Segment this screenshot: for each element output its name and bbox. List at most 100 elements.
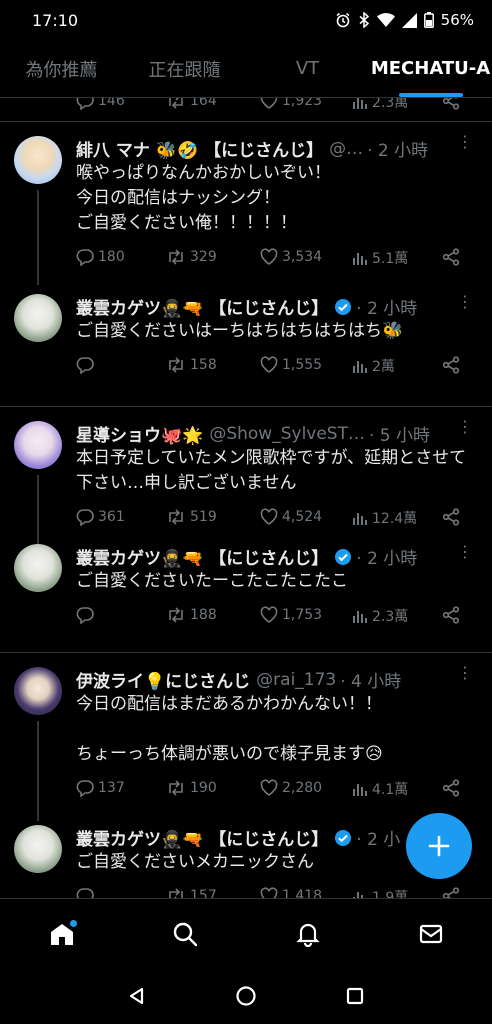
verified-badge-icon [335,829,352,846]
reply-button[interactable]: 146 [76,98,125,110]
avatar[interactable] [14,294,62,342]
tweet-text: ご自愛くださいたーこたこたこたこ [76,571,348,591]
author-name[interactable]: 叢雲カゲツ🥷🔫 【にじさんじ】 [76,294,328,319]
status-bar: 17:10 56% [0,0,492,40]
alarm-icon [336,12,350,28]
tweet[interactable]: 緋八 マナ 🐝🤣 【にじさんじ】 @… · 2 小時 ⋮ 喉やっぱりなんかおかし… [0,122,492,292]
share-button[interactable] [442,779,460,797]
like-button[interactable]: 1,555 [260,356,322,374]
more-options-icon[interactable]: ⋮ [457,132,474,151]
retweet-button[interactable]: 188 [166,606,217,624]
share-button[interactable] [442,98,460,110]
views-icon [353,361,367,373]
reply-button[interactable]: 180 [76,248,125,266]
like-button[interactable]: 1,418 [260,887,322,898]
more-options-icon[interactable]: ⋮ [457,417,474,436]
reply-button[interactable] [76,887,98,898]
avatar[interactable] [14,421,62,469]
like-button[interactable]: 1,923 [260,98,322,110]
status-icons: 56% [335,11,474,29]
avatar[interactable] [14,136,62,184]
tweet[interactable]: 伊波ライ💡にじさんじ @rai_173 · 4 小時 ⋮ 今日の配信はまだあるか… [0,653,492,823]
author-name[interactable]: 伊波ライ💡にじさんじ [76,667,250,692]
views-button[interactable]: 2.3萬 [352,98,408,112]
plus-icon [428,835,450,857]
home-circle-icon[interactable] [235,985,257,1007]
reply-icon [76,357,94,374]
author-handle[interactable]: @Show_SylveST… [209,424,365,444]
share-button[interactable] [442,356,460,374]
tweet[interactable]: 星導ショウ🐙🌟 @Show_SylveST… · 5 小時 ⋮ 本日予定していた… [0,407,492,542]
share-button[interactable] [442,887,460,898]
share-button[interactable] [442,248,460,266]
avatar[interactable] [14,544,62,592]
more-options-icon[interactable]: ⋮ [457,663,474,682]
reply-button[interactable] [76,606,98,624]
reply-icon [76,888,94,898]
like-button[interactable]: 1,753 [260,606,322,624]
tweet-text: 本日予定していたメン限歌枠ですが、延期とさせて下さい…申し訳ございません [76,448,467,493]
compose-button[interactable] [406,813,472,879]
retweet-button[interactable]: 157 [166,887,217,898]
author-name[interactable]: 星導ショウ🐙🌟 [76,421,203,446]
author-name[interactable]: 叢雲カゲツ🥷🔫 【にじさんじ】 [76,825,328,850]
tweet-time: · 2 小時 [356,299,418,319]
views-button[interactable]: 5.1萬 [352,248,408,268]
views-button[interactable]: 1.9萬 [352,887,408,898]
recents-icon[interactable] [345,986,365,1006]
nav-home[interactable] [32,909,92,959]
like-button[interactable]: 2,280 [260,779,322,797]
retweet-button[interactable]: 519 [166,508,217,526]
retweet-button[interactable]: 164 [166,98,217,110]
nav-messages[interactable] [401,909,461,959]
views-icon [353,611,367,623]
avatar[interactable] [14,667,62,715]
tab-mechatu-a[interactable]: MECHATU-A [369,40,492,97]
author-name[interactable]: 叢雲カゲツ🥷🔫 【にじさんじ】 [76,544,328,569]
like-icon [260,606,278,623]
bell-icon [295,923,320,947]
share-icon [442,606,460,624]
share-icon [442,508,460,526]
views-icon [353,784,367,796]
verified-badge-icon [335,548,352,565]
share-button[interactable] [442,606,460,624]
reply-button[interactable]: 137 [76,779,125,797]
share-button[interactable] [442,508,460,526]
tweet-text: 今日の配信はまだあるかわかんない！！ ちょーっち体調が悪いので様子見ます😥 [76,694,383,764]
retweet-button[interactable]: 329 [166,248,217,266]
retweet-button[interactable]: 190 [166,779,217,797]
tweet-reply[interactable]: 叢雲カゲツ🥷🔫 【にじさんじ】 · 2 小時 ⋮ ご自愛くださいたーこたこたこた… [0,542,492,651]
author-handle[interactable]: @… [329,139,363,159]
tweet-text: ご自愛くださいはーちはちはちはちはち🐝 [76,321,404,341]
author-handle[interactable]: @rai_173 [256,670,336,690]
tab-for-you[interactable]: 為你推薦 [0,40,123,97]
tweet-actions: 188 1,753 2.3萬 [76,600,478,634]
avatar[interactable] [14,825,62,873]
retweet-button[interactable]: 158 [166,356,217,374]
like-button[interactable]: 3,534 [260,248,322,266]
reply-button[interactable]: 361 [76,508,125,526]
bottom-navigation [0,898,492,968]
more-options-icon[interactable]: ⋮ [457,292,474,311]
reply-icon [76,98,94,110]
reply-button[interactable] [76,356,98,374]
views-icon [353,513,367,525]
views-button[interactable]: 2.3萬 [352,606,408,626]
views-button[interactable]: 2萬 [352,356,395,376]
nav-search[interactable] [155,909,215,959]
back-icon[interactable] [127,986,147,1006]
views-icon [353,892,363,898]
tweet-reply[interactable]: 叢雲カゲツ🥷🔫 【にじさんじ】 · 2 小時 ⋮ ご自愛くださいはーちはちはちは… [0,292,492,405]
views-button[interactable]: 4.1萬 [352,779,408,799]
more-options-icon[interactable]: ⋮ [457,542,474,561]
retweet-icon [169,888,183,898]
tab-following[interactable]: 正在跟隨 [123,40,246,97]
author-name[interactable]: 緋八 マナ 🐝🤣 【にじさんじ】 [76,136,323,161]
retweet-icon [169,780,183,796]
views-button[interactable]: 12.4萬 [352,508,417,528]
tab-vt[interactable]: VT [246,40,369,97]
like-button[interactable]: 4,524 [260,508,322,526]
nav-notifications[interactable] [278,909,338,959]
tweet-actions: 180 329 3,534 5.1萬 [76,242,478,276]
